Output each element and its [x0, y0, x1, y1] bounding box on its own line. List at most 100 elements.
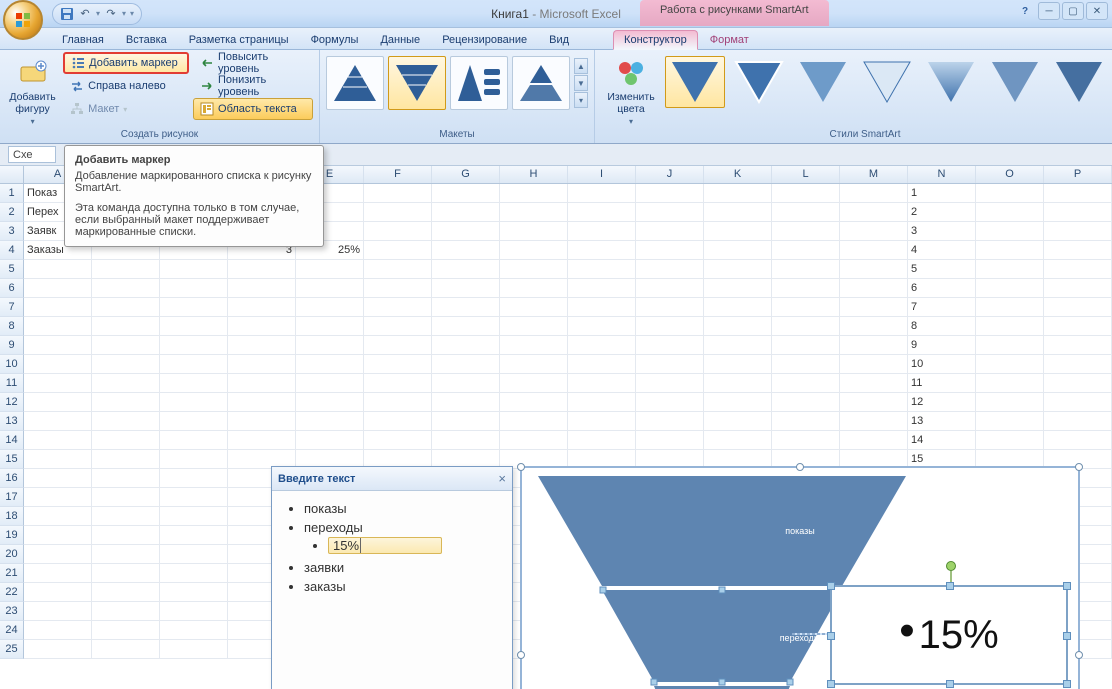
cell[interactable] [704, 412, 772, 431]
col-header[interactable]: J [636, 166, 704, 183]
style-option-4[interactable] [857, 56, 917, 108]
cell[interactable] [772, 298, 840, 317]
cell[interactable] [568, 431, 636, 450]
gallery-more-icon[interactable]: ▾ [574, 92, 588, 108]
cell[interactable] [160, 279, 228, 298]
cell[interactable] [92, 621, 160, 640]
cell[interactable] [228, 260, 296, 279]
cell[interactable] [296, 393, 364, 412]
cell[interactable] [92, 564, 160, 583]
cell[interactable] [364, 260, 432, 279]
col-header[interactable]: H [500, 166, 568, 183]
cell[interactable] [296, 279, 364, 298]
cell[interactable] [24, 431, 92, 450]
col-header[interactable]: P [1044, 166, 1112, 183]
scroll-down-icon[interactable]: ▼ [574, 75, 588, 91]
cell[interactable] [24, 298, 92, 317]
cell[interactable] [1044, 241, 1112, 260]
cell[interactable] [568, 279, 636, 298]
cell[interactable] [772, 260, 840, 279]
cell[interactable] [296, 355, 364, 374]
tab-review[interactable]: Рецензирование [432, 31, 537, 49]
cell[interactable] [636, 374, 704, 393]
rtl-button[interactable]: Справа налево [63, 75, 189, 97]
row-header[interactable]: 13 [0, 412, 24, 431]
resize-handle[interactable] [1075, 463, 1083, 471]
cell[interactable] [432, 355, 500, 374]
cell[interactable] [160, 412, 228, 431]
text-pane-button[interactable]: Область текста [193, 98, 313, 120]
cell[interactable] [840, 374, 908, 393]
cell[interactable] [840, 184, 908, 203]
cell[interactable] [160, 545, 228, 564]
cell[interactable] [364, 431, 432, 450]
shape-handle[interactable] [1063, 632, 1071, 640]
cell[interactable] [500, 393, 568, 412]
cell[interactable] [432, 336, 500, 355]
cell[interactable] [1044, 279, 1112, 298]
cell[interactable] [92, 526, 160, 545]
cell[interactable] [24, 317, 92, 336]
tab-formulas[interactable]: Формулы [301, 31, 369, 49]
minimize-button[interactable]: ─ [1038, 2, 1060, 20]
style-option-6[interactable] [985, 56, 1045, 108]
layout-button[interactable]: Макет ▾ [63, 98, 189, 120]
name-box[interactable]: Схе [8, 146, 56, 163]
cell[interactable] [432, 393, 500, 412]
shape-handle[interactable] [1063, 680, 1071, 688]
cell[interactable] [1044, 355, 1112, 374]
cell[interactable] [568, 203, 636, 222]
cell[interactable] [24, 260, 92, 279]
save-icon[interactable] [59, 6, 75, 22]
cell[interactable] [228, 374, 296, 393]
select-all-corner[interactable] [0, 166, 24, 183]
cell[interactable] [1044, 260, 1112, 279]
cell[interactable] [500, 260, 568, 279]
cell[interactable] [636, 184, 704, 203]
cell[interactable] [296, 317, 364, 336]
col-header[interactable]: G [432, 166, 500, 183]
cell[interactable] [636, 412, 704, 431]
cell[interactable] [432, 184, 500, 203]
cell[interactable] [772, 203, 840, 222]
cell[interactable] [704, 203, 772, 222]
cell[interactable] [296, 431, 364, 450]
cell[interactable] [92, 450, 160, 469]
cell[interactable] [1044, 222, 1112, 241]
cell[interactable] [160, 507, 228, 526]
cell[interactable] [92, 640, 160, 659]
cell[interactable] [228, 336, 296, 355]
cell[interactable] [636, 355, 704, 374]
cell[interactable] [840, 393, 908, 412]
cell[interactable]: 10 [908, 355, 976, 374]
cell[interactable] [92, 412, 160, 431]
cell[interactable] [636, 298, 704, 317]
cell[interactable] [364, 279, 432, 298]
cell[interactable] [24, 564, 92, 583]
cell[interactable] [772, 336, 840, 355]
cell[interactable]: 3 [908, 222, 976, 241]
cell[interactable] [364, 241, 432, 260]
cell[interactable] [500, 222, 568, 241]
cell[interactable] [160, 298, 228, 317]
maximize-button[interactable]: ▢ [1062, 2, 1084, 20]
cell[interactable] [432, 412, 500, 431]
rotate-handle[interactable] [946, 561, 956, 571]
cell[interactable] [228, 355, 296, 374]
cell[interactable] [24, 545, 92, 564]
cell[interactable] [704, 260, 772, 279]
row-header[interactable]: 22 [0, 583, 24, 602]
cell[interactable] [704, 317, 772, 336]
row-header[interactable]: 19 [0, 526, 24, 545]
resize-handle[interactable] [1075, 651, 1083, 659]
col-header[interactable]: I [568, 166, 636, 183]
cell[interactable] [364, 412, 432, 431]
row-header[interactable]: 21 [0, 564, 24, 583]
text-pane-body[interactable]: показы переходы 15% заявки заказы [272, 491, 512, 689]
cell[interactable] [160, 317, 228, 336]
cell[interactable] [976, 374, 1044, 393]
cell[interactable] [704, 431, 772, 450]
cell[interactable] [772, 431, 840, 450]
cell[interactable] [160, 260, 228, 279]
cell[interactable] [1044, 317, 1112, 336]
